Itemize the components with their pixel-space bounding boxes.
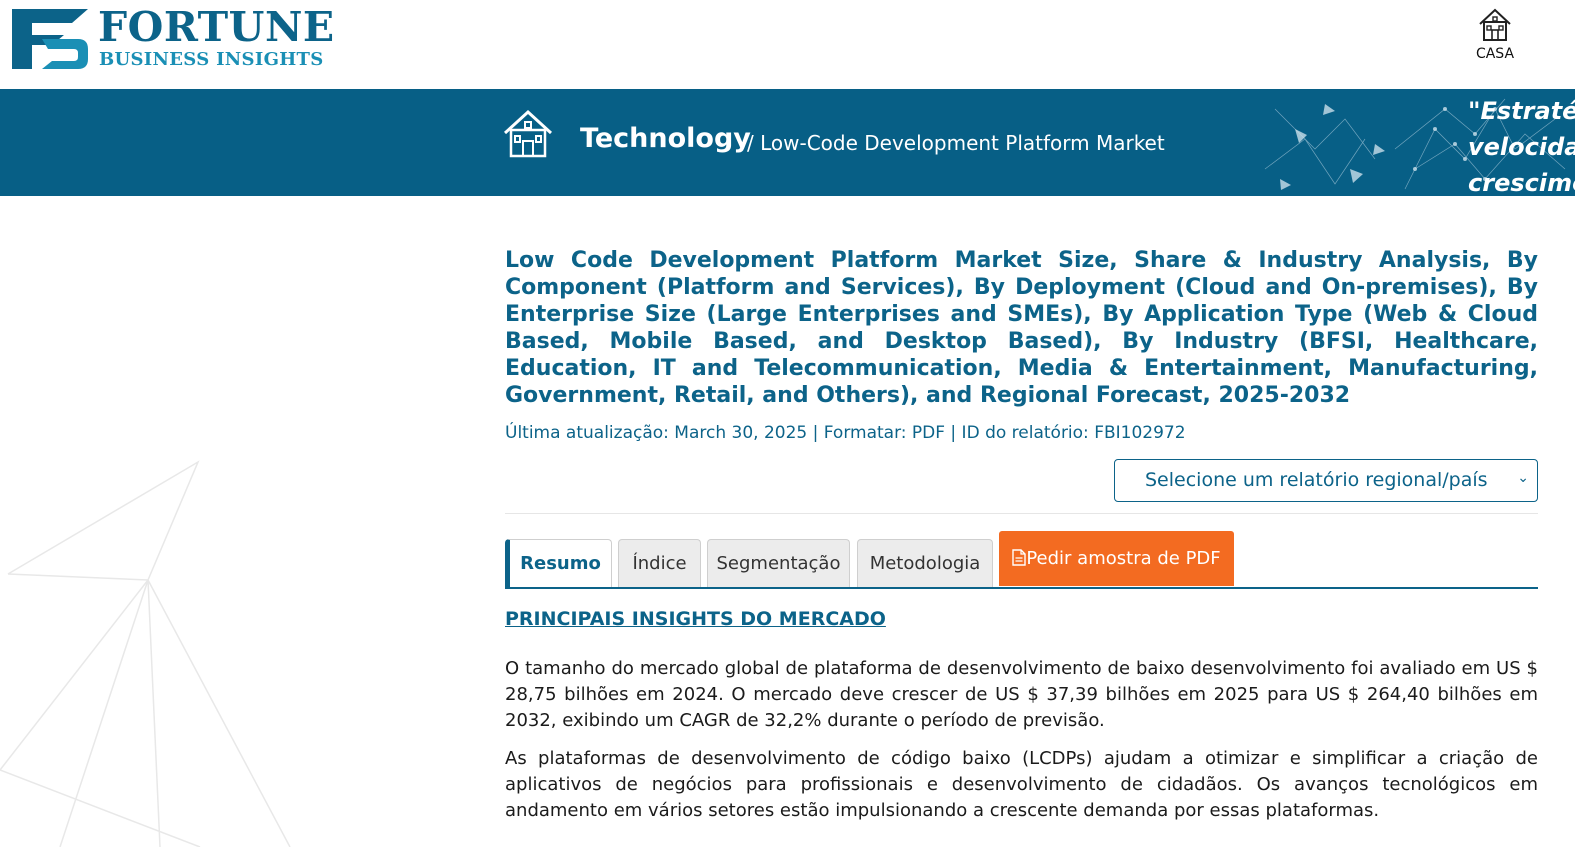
home-link[interactable]: CASA [1470, 6, 1520, 62]
logo-subtitle: BUSINESS INSIGHTS [99, 49, 324, 70]
home-label: CASA [1475, 46, 1515, 62]
tabs-underline [505, 587, 1538, 589]
region-report-select[interactable]: Selecione um relatório regional/país ⌄ [1114, 459, 1538, 502]
quote-line: velocida [1468, 133, 1575, 161]
tab-resumo[interactable]: Resumo [505, 539, 612, 587]
tab-indice[interactable]: Índice [618, 539, 701, 587]
tab-segmentacao[interactable]: Segmentação [707, 539, 850, 587]
house-icon [1479, 8, 1511, 41]
paragraph: As plataformas de desenvolvimento de cód… [505, 748, 1538, 821]
breadcrumb: / Low-Code Development Platform Market [747, 131, 1165, 155]
category-link[interactable]: Technology [580, 123, 751, 154]
banner-quote: "Estratég velocida crescime [1468, 93, 1575, 196]
site-logo[interactable]: FORTUNE BUSINESS INSIGHTS [12, 3, 342, 71]
logo-title: FORTUNE [98, 3, 335, 51]
document-icon [1012, 549, 1027, 566]
quote-line: "Estratég [1468, 97, 1575, 125]
divider [505, 513, 1538, 514]
section-heading[interactable]: PRINCIPAIS INSIGHTS DO MERCADO [505, 608, 886, 630]
region-select-value: Selecione um relatório regional/país [1145, 469, 1488, 491]
request-sample-label: Pedir amostra de PDF [1026, 548, 1221, 569]
top-header: FORTUNE BUSINESS INSIGHTS CASA [0, 0, 1575, 89]
background-decoration [0, 460, 291, 847]
category-banner: Technology / Low-Code Development Platfo… [0, 89, 1575, 196]
house-icon [503, 109, 553, 158]
request-sample-button[interactable]: Pedir amostra de PDF [999, 531, 1234, 586]
chevron-down-icon: ⌄ [1517, 470, 1529, 486]
quote-line: crescime [1468, 169, 1575, 196]
logo-mark-icon [12, 9, 88, 69]
report-title: Low Code Development Platform Market Siz… [505, 248, 1538, 408]
tab-metodologia[interactable]: Metodologia [857, 539, 993, 587]
paragraph: O tamanho do mercado global de plataform… [505, 658, 1538, 731]
report-meta: Última atualização: March 30, 2025 | For… [505, 423, 1186, 443]
